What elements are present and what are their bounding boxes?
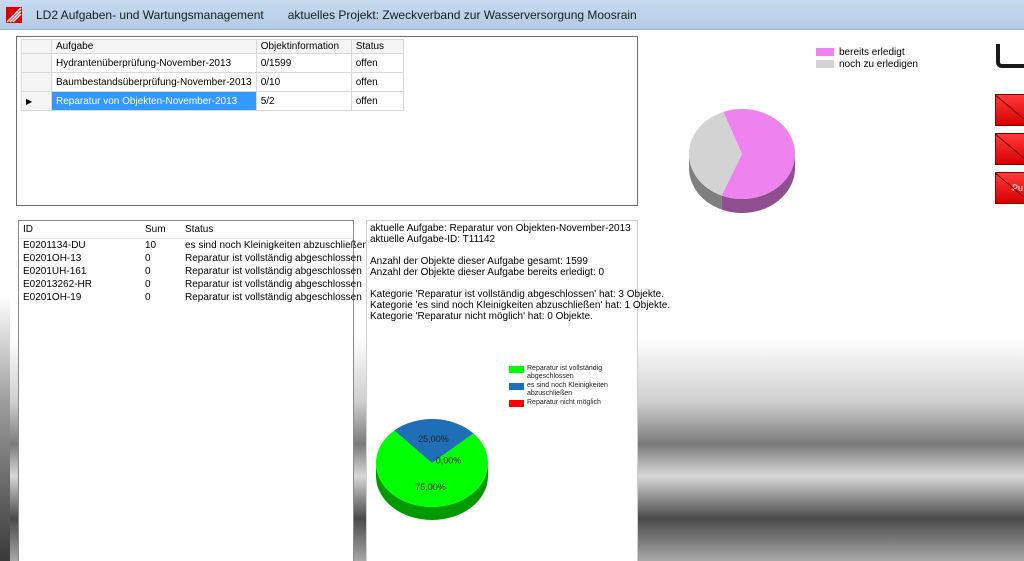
list-item[interactable]: E0201OH-19 0 Reparatur ist vollständig a… (19, 291, 362, 304)
list-item[interactable]: E02013262-HR 0 Reparatur ist vollständig… (19, 278, 362, 291)
left-edge (0, 30, 10, 561)
info-current-task: aktuelle Aufgabe: Reparatur von Objekten… (370, 223, 631, 234)
object-id: E02013262-HR (23, 279, 92, 290)
legend-label: Reparatur ist vollständig abgeschlossen (527, 365, 603, 380)
legend-swatch (509, 366, 524, 373)
task-name-cell[interactable]: Baumbestandsüberprüfung-November-2013 (51, 72, 257, 92)
current-row-arrow-icon: ▶ (26, 96, 33, 106)
object-list-header: ID Sum Status (19, 221, 353, 239)
object-status: es sind noch Kleinigkeiten abzuschließen (185, 240, 368, 251)
legend-swatch (816, 48, 834, 56)
task-row-selected[interactable]: ▶ Reparatur von Objekten-November-2013 5… (21, 91, 404, 111)
info-category-minor: Kategorie 'es sind noch Kleinigkeiten ab… (370, 300, 671, 311)
object-sum: 0 (145, 253, 151, 264)
object-id: E0201UH-161 (23, 266, 87, 277)
object-sum: 0 (145, 266, 151, 277)
info-task-id: aktuelle Aufgabe-ID: T11142 (370, 234, 496, 245)
column-header-sum[interactable]: Sum (145, 224, 185, 235)
legend-label: bereits erledigt (839, 46, 905, 58)
row-header[interactable] (21, 72, 52, 92)
task-info-cell[interactable]: 0/1599 (255, 53, 352, 73)
pie-data-label: 0,00% (436, 456, 462, 466)
object-id: E0201OH-19 (23, 292, 82, 303)
category-pie-chart: 75,00% 25,00% 0,00% (376, 419, 489, 520)
column-header-id[interactable]: ID (19, 224, 145, 235)
legend-swatch (816, 60, 834, 68)
row-header-corner (21, 39, 52, 54)
task-status-cell[interactable]: offen (350, 72, 404, 92)
company-logo (996, 44, 1024, 68)
info-total-objects: Anzahl der Objekte dieser Aufgabe gesamt… (370, 256, 588, 267)
column-header-info[interactable]: Objektinformation (255, 39, 352, 54)
task-name-cell[interactable]: Reparatur von Objekten-November-2013 (51, 91, 257, 111)
pie-data-label: 25,00% (418, 434, 449, 444)
pie-data-label: 75,00% (415, 482, 446, 492)
action-button-2[interactable] (995, 133, 1024, 165)
project-label: aktuelles Projekt: Zweckverband zur Wass… (287, 7, 637, 22)
action-button-3[interactable]: Pu (995, 172, 1024, 204)
legend-item: es sind noch Kleinigkeiten abzuschließen (509, 382, 629, 398)
object-status: Reparatur ist vollständig abgeschlossen (185, 279, 362, 290)
task-row[interactable]: Baumbestandsüberprüfung-November-2013 0/… (21, 72, 404, 92)
object-status: Reparatur ist vollständig abgeschlossen (185, 253, 362, 264)
task-info-panel: aktuelle Aufgabe: Reparatur von Objekten… (366, 220, 671, 561)
action-button-1[interactable] (995, 94, 1024, 126)
row-header[interactable] (21, 53, 52, 73)
info-category-impossible: Kategorie 'Reparatur nicht möglich' hat:… (370, 311, 593, 322)
window-title: LD2 Aufgaben- und Wartungsmanagement (36, 7, 264, 22)
list-item[interactable]: E0201134-DU 10 es sind noch Kleinigkeite… (19, 239, 368, 252)
progress-pie-legend: bereits erledigt noch zu erledigen (816, 46, 918, 70)
task-grid[interactable]: Aufgabe Objektinformation Status Hydrant… (16, 36, 638, 206)
object-status: Reparatur ist vollständig abgeschlossen (185, 292, 362, 303)
info-category-complete: Kategorie 'Reparatur ist vollständig abg… (370, 289, 664, 300)
row-header[interactable]: ▶ (21, 91, 52, 111)
task-status-cell[interactable]: offen (350, 91, 404, 111)
legend-item: Reparatur ist vollständig abgeschlossen (509, 365, 629, 381)
object-id: E0201OH-13 (23, 253, 82, 264)
title-bar: LD2 Aufgaben- und Wartungsmanagement akt… (0, 0, 1024, 30)
info-done-objects: Anzahl der Objekte dieser Aufgabe bereit… (370, 267, 605, 278)
legend-swatch (509, 400, 524, 407)
legend-item: Reparatur nicht möglich (509, 399, 629, 407)
legend-label: es sind noch Kleinigkeiten abzuschließen (527, 382, 608, 397)
app-logo-icon (6, 6, 22, 23)
legend-item: bereits erledigt (816, 46, 918, 58)
legend-item: noch zu erledigen (816, 58, 918, 70)
object-sum: 0 (145, 279, 151, 290)
object-sum: 0 (145, 292, 151, 303)
column-header-status[interactable]: Status (185, 224, 353, 235)
task-row[interactable]: Hydrantenüberprüfung-November-2013 0/159… (21, 53, 404, 73)
legend-label: noch zu erledigen (839, 58, 918, 70)
object-status: Reparatur ist vollständig abgeschlossen (185, 266, 362, 277)
list-item[interactable]: E0201OH-13 0 Reparatur ist vollständig a… (19, 252, 362, 265)
column-header-task[interactable]: Aufgabe (51, 39, 257, 54)
legend-label: Reparatur nicht möglich (527, 399, 601, 406)
category-pie-legend: Reparatur ist vollständig abgeschlossen … (509, 365, 629, 408)
object-id: E0201134-DU (23, 240, 86, 251)
task-status-cell[interactable]: offen (350, 53, 404, 73)
object-sum: 10 (145, 240, 157, 251)
task-name-cell[interactable]: Hydrantenüberprüfung-November-2013 (51, 53, 257, 73)
legend-swatch (509, 383, 524, 390)
column-header-status[interactable]: Status (350, 39, 404, 54)
task-info-cell[interactable]: 0/10 (255, 72, 352, 92)
progress-pie-chart (689, 109, 795, 213)
list-item[interactable]: E0201UH-161 0 Reparatur ist vollständig … (19, 265, 362, 278)
task-info-cell[interactable]: 5/2 (255, 91, 352, 111)
object-list[interactable]: ID Sum Status E0201134-DU 10 es sind noc… (18, 220, 368, 561)
